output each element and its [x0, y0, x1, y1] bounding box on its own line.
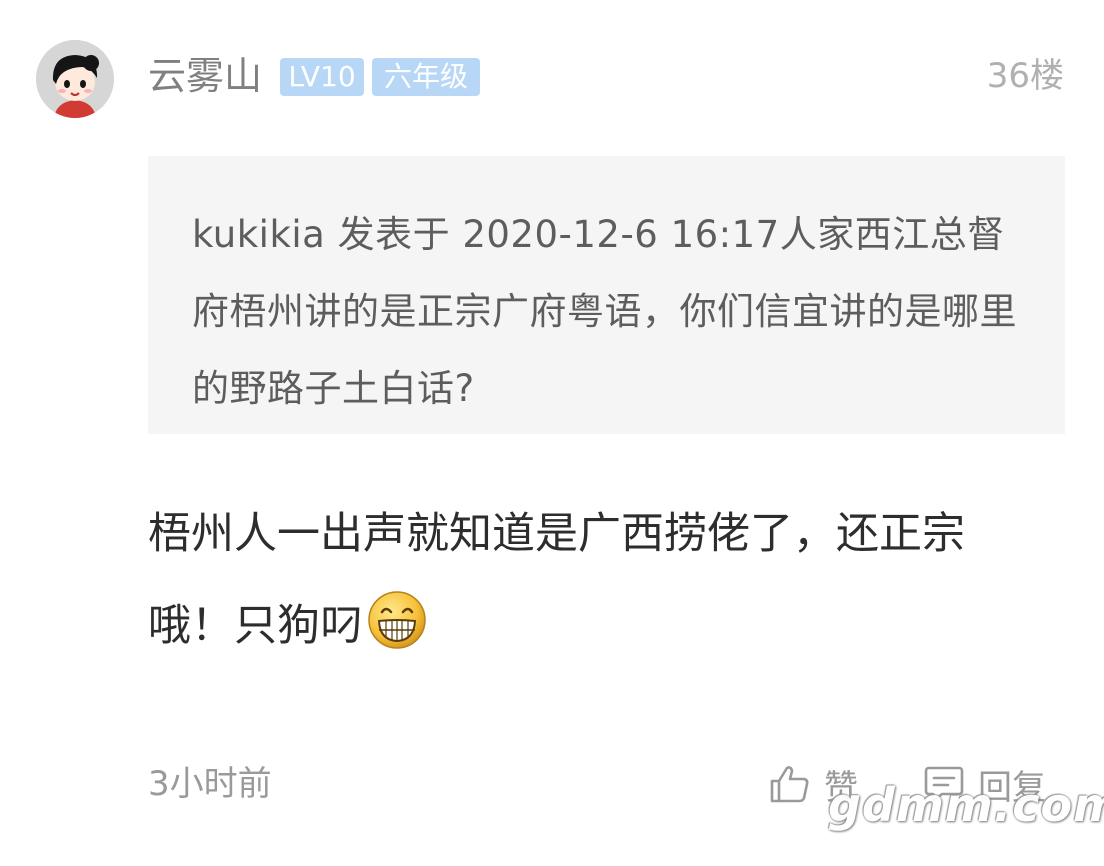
quoted-post[interactable]: kukikia 发表于 2020-12-6 16:17人家西江总督府梧州讲的是正…	[148, 156, 1065, 434]
comment-text: 梧州人一出声就知道是广西捞佬了，还正宗哦！只狗叼	[148, 509, 965, 651]
comment-body: 梧州人一出声就知道是广西捞佬了，还正宗哦！只狗叼	[148, 488, 1028, 672]
level-badge: LV10	[280, 58, 364, 96]
quote-text: kukikia 发表于 2020-12-6 16:17人家西江总督府梧州讲的是正…	[192, 213, 1017, 410]
avatar[interactable]	[36, 40, 114, 118]
grinning-face-emoji	[368, 591, 426, 649]
post-time: 3小时前	[148, 764, 272, 804]
username[interactable]: 云雾山	[148, 52, 262, 100]
site-watermark: gdmm.com	[828, 778, 1104, 832]
avatar-image	[36, 40, 114, 118]
floor-number: 36楼	[986, 56, 1064, 96]
grade-badge: 六年级	[372, 58, 480, 96]
thumbs-up-icon	[770, 766, 809, 803]
